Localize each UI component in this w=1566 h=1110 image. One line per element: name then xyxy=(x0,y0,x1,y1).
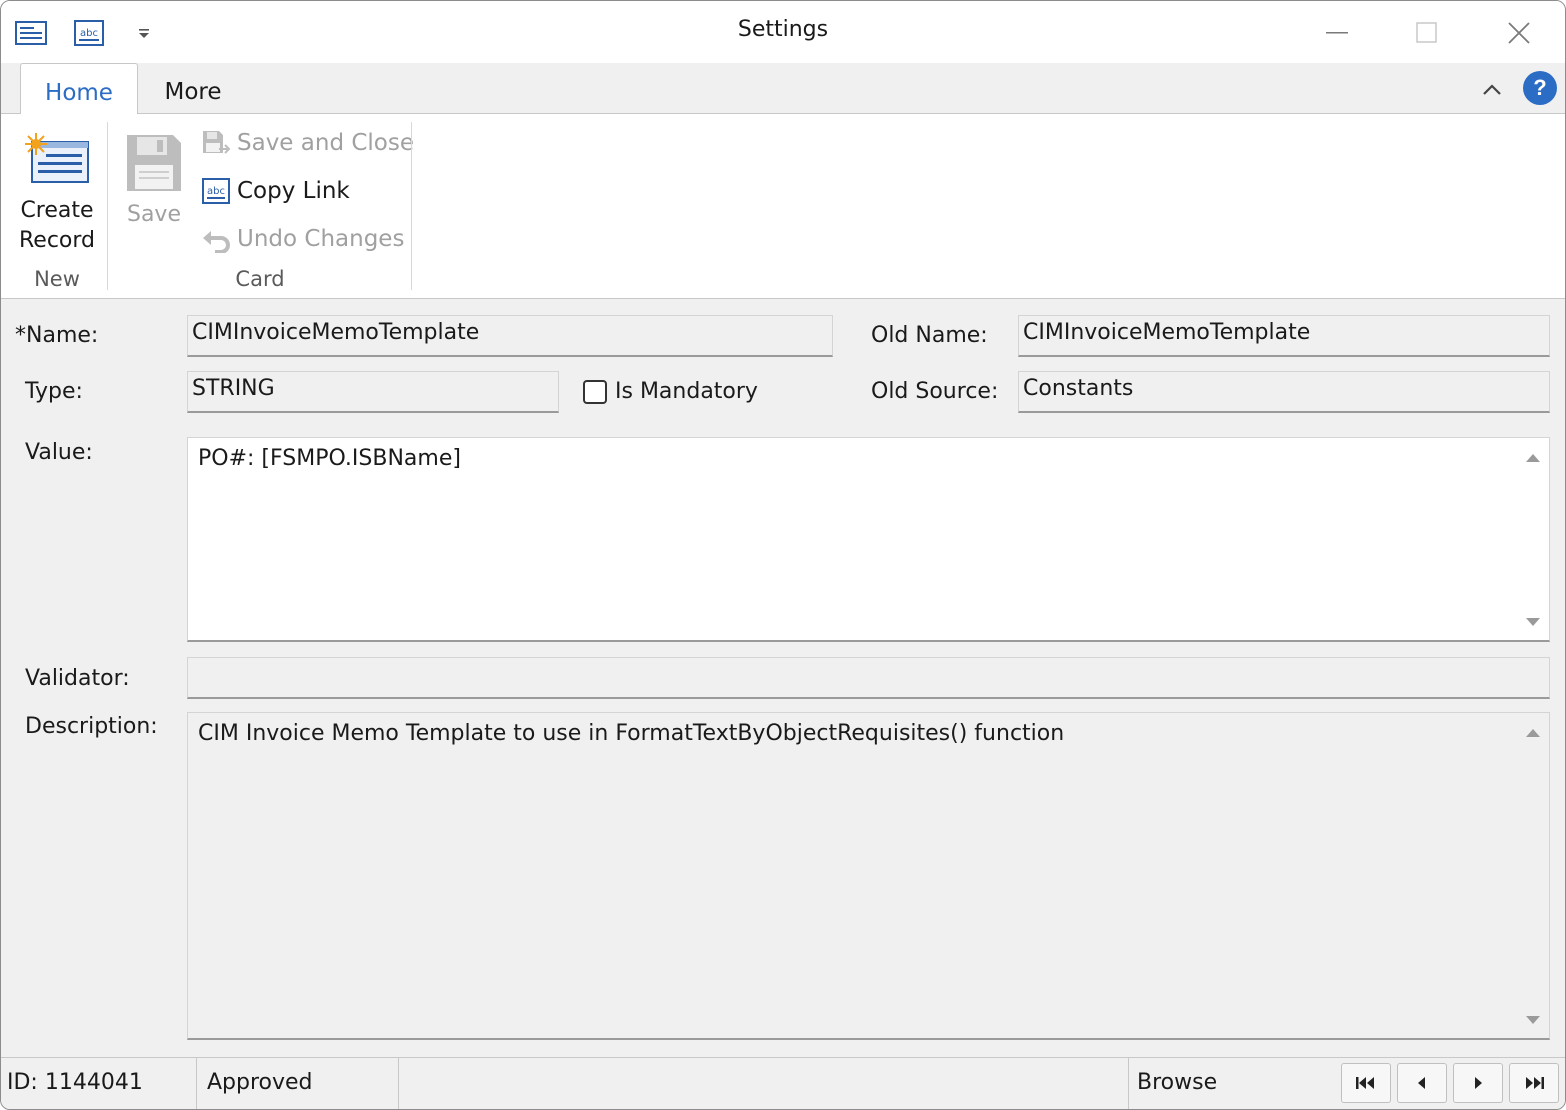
old-name-field[interactable]: CIMInvoiceMemoTemplate xyxy=(1018,315,1550,357)
save-and-close-button[interactable]: Save and Close xyxy=(199,126,414,160)
tab-home[interactable]: Home xyxy=(20,63,138,115)
description-text: CIM Invoice Memo Template to use in Form… xyxy=(198,721,1065,746)
scroll-up-icon[interactable] xyxy=(1523,450,1543,466)
name-label: *Name: xyxy=(15,323,99,348)
is-mandatory-checkbox[interactable]: Is Mandatory xyxy=(583,379,758,404)
value-text: PO#: [FSMPO.ISBName] xyxy=(198,446,461,471)
settings-window: abc Settings Home More ? Create Record N… xyxy=(0,0,1566,1110)
minimize-button[interactable] xyxy=(1307,13,1367,53)
type-field[interactable]: STRING xyxy=(187,371,559,413)
name-field[interactable]: CIMInvoiceMemoTemplate xyxy=(187,315,833,357)
collapse-ribbon-icon[interactable] xyxy=(1477,75,1507,105)
value-label: Value: xyxy=(25,440,93,465)
ribbon-panel: Create Record New Save Save and Close ab… xyxy=(1,114,1565,299)
type-label: Type: xyxy=(25,379,83,404)
maximize-button[interactable] xyxy=(1397,13,1457,53)
previous-record-icon xyxy=(1418,1077,1425,1089)
old-name-label: Old Name: xyxy=(871,323,988,348)
old-source-field[interactable]: Constants xyxy=(1018,371,1550,413)
undo-changes-button[interactable]: Undo Changes xyxy=(199,222,404,256)
previous-record-button[interactable] xyxy=(1397,1063,1447,1103)
validator-label: Validator: xyxy=(25,666,130,691)
tab-more[interactable]: More xyxy=(151,63,235,115)
description-memo[interactable]: CIM Invoice Memo Template to use in Form… xyxy=(187,712,1550,1040)
status-record-id: ID: 1144041 xyxy=(1,1058,197,1109)
save-and-close-label: Save and Close xyxy=(237,130,415,156)
close-button[interactable] xyxy=(1489,13,1549,53)
status-mode: Browse xyxy=(1137,1070,1218,1095)
save-button[interactable]: Save xyxy=(119,126,189,230)
next-record-button[interactable] xyxy=(1453,1063,1503,1103)
save-icon xyxy=(119,126,189,200)
copy-link-button[interactable]: abc Copy Link xyxy=(199,174,350,208)
svg-text:abc: abc xyxy=(207,186,225,197)
checkbox-box[interactable] xyxy=(583,379,607,404)
group-label-card: Card xyxy=(235,267,285,291)
status-empty-cell xyxy=(399,1058,1129,1109)
group-separator xyxy=(107,122,108,290)
old-source-label: Old Source: xyxy=(871,379,999,404)
create-record-label-line2: Record xyxy=(18,228,95,253)
ribbon-tabstrip: Home More ? xyxy=(1,63,1565,115)
group-separator xyxy=(411,122,412,290)
last-record-icon xyxy=(1526,1077,1544,1089)
validator-field[interactable] xyxy=(187,657,1550,699)
settings-form: *Name: CIMInvoiceMemoTemplate Old Name: … xyxy=(1,299,1565,1057)
scroll-down-icon[interactable] xyxy=(1523,614,1543,630)
title-bar: abc Settings xyxy=(1,1,1565,63)
value-memo[interactable]: PO#: [FSMPO.ISBName] xyxy=(187,437,1550,642)
create-record-label-line1: Create xyxy=(20,198,94,223)
create-record-button[interactable]: Create Record xyxy=(13,132,101,256)
help-icon[interactable]: ? xyxy=(1523,71,1557,105)
description-label: Description: xyxy=(25,714,158,739)
first-record-icon xyxy=(1356,1077,1374,1089)
next-record-icon xyxy=(1475,1077,1482,1089)
first-record-button[interactable] xyxy=(1341,1063,1391,1103)
status-state: Approved xyxy=(201,1058,399,1109)
scroll-down-icon[interactable] xyxy=(1523,1012,1543,1028)
copy-link-icon: abc xyxy=(199,176,233,206)
save-label: Save xyxy=(126,202,181,227)
create-record-icon xyxy=(13,132,101,196)
undo-changes-label: Undo Changes xyxy=(237,226,405,252)
last-record-button[interactable] xyxy=(1509,1063,1559,1103)
copy-link-label: Copy Link xyxy=(237,178,350,204)
scroll-up-icon[interactable] xyxy=(1523,725,1543,741)
save-and-close-icon xyxy=(199,128,233,158)
is-mandatory-label: Is Mandatory xyxy=(615,379,758,404)
status-bar: ID: 1144041 Approved Browse xyxy=(1,1057,1565,1109)
undo-icon xyxy=(199,224,233,254)
group-label-new: New xyxy=(34,267,80,291)
